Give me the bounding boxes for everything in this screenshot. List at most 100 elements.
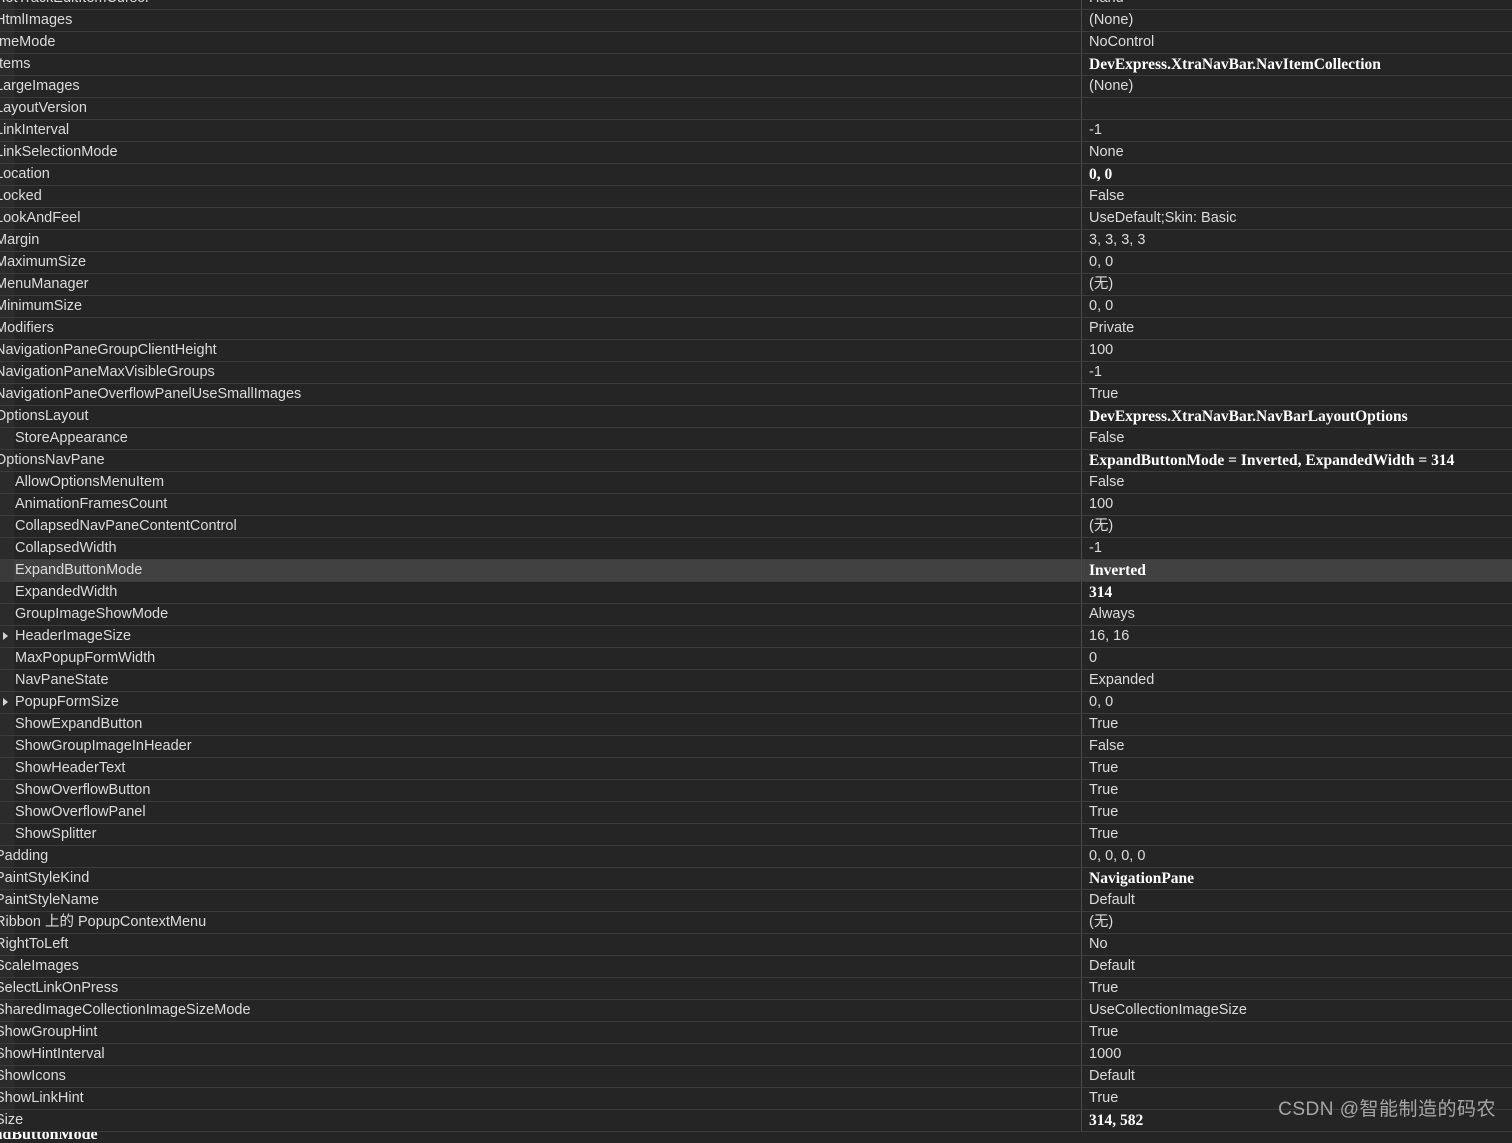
- property-value[interactable]: Hand: [1089, 0, 1509, 9]
- column-splitter[interactable]: [1081, 450, 1082, 471]
- property-value[interactable]: NavigationPane: [1089, 868, 1509, 889]
- column-splitter[interactable]: [1081, 384, 1082, 405]
- property-row[interactable]: ImeMode NoControl: [0, 32, 1512, 54]
- property-name[interactable]: ShowGroupHint: [0, 1022, 1075, 1043]
- property-name[interactable]: LargeImages: [0, 76, 1075, 97]
- column-splitter[interactable]: [1081, 824, 1082, 845]
- property-grid[interactable]: HotTrackEditItemCursor Hand HtmlImages (Non…: [0, 0, 1512, 1132]
- property-row[interactable]: Items DevExpress.XtraNavBar.NavItemCollec…: [0, 54, 1512, 76]
- column-splitter[interactable]: [1081, 582, 1082, 603]
- column-splitter[interactable]: [1081, 164, 1082, 185]
- column-splitter[interactable]: [1081, 274, 1082, 295]
- column-splitter[interactable]: [1081, 1088, 1082, 1109]
- property-value[interactable]: Default: [1089, 956, 1509, 977]
- property-row[interactable]: NavigationPaneMaxVisibleGroups -1: [0, 362, 1512, 384]
- property-row[interactable]: MenuManager (无): [0, 274, 1512, 296]
- property-value[interactable]: 0, 0: [1089, 692, 1509, 713]
- property-value[interactable]: UseDefault;Skin: Basic: [1089, 208, 1509, 229]
- property-name[interactable]: MaximumSize: [0, 252, 1075, 273]
- property-name[interactable]: OptionsLayout: [0, 406, 1075, 427]
- property-row[interactable]: ExpandedWidth 314: [0, 582, 1512, 604]
- column-splitter[interactable]: [1081, 714, 1082, 735]
- property-row[interactable]: MaximumSize 0, 0: [0, 252, 1512, 274]
- property-value[interactable]: 1000: [1089, 1044, 1509, 1065]
- property-row[interactable]: NavigationPaneOverflowPanelUseSmallImage…: [0, 384, 1512, 406]
- property-name[interactable]: Margin: [0, 230, 1075, 251]
- column-splitter[interactable]: [1081, 846, 1082, 867]
- property-name[interactable]: ExpandButtonMode: [15, 560, 1095, 581]
- property-row[interactable]: ShowGroupHint True: [0, 1022, 1512, 1044]
- property-name[interactable]: Modifiers: [0, 318, 1075, 339]
- property-value[interactable]: Private: [1089, 318, 1509, 339]
- property-row[interactable]: HtmlImages (None): [0, 10, 1512, 32]
- property-value[interactable]: ExpandButtonMode = Inverted, ExpandedWid…: [1089, 450, 1509, 471]
- property-value[interactable]: (无): [1089, 274, 1509, 295]
- property-name[interactable]: ShowOverflowButton: [15, 780, 1095, 801]
- property-row[interactable]: OptionsLayout DevExpress.XtraNavBar.NavBa…: [0, 406, 1512, 428]
- property-row[interactable]: GroupImageShowMode Always: [0, 604, 1512, 626]
- property-row[interactable]: AllowOptionsMenuItem False: [0, 472, 1512, 494]
- column-splitter[interactable]: [1081, 120, 1082, 141]
- property-value[interactable]: No: [1089, 934, 1509, 955]
- column-splitter[interactable]: [1081, 76, 1082, 97]
- property-value[interactable]: False: [1089, 428, 1509, 449]
- column-splitter[interactable]: [1081, 252, 1082, 273]
- expand-triangle-icon[interactable]: [3, 632, 8, 640]
- column-splitter[interactable]: [1081, 604, 1082, 625]
- property-name[interactable]: ShowOverflowPanel: [15, 802, 1095, 823]
- property-row[interactable]: MaxPopupFormWidth 0: [0, 648, 1512, 670]
- property-name[interactable]: RightToLeft: [0, 934, 1075, 955]
- property-name[interactable]: AnimationFramesCount: [15, 494, 1095, 515]
- property-row[interactable]: PopupFormSize 0, 0: [0, 692, 1512, 714]
- property-row[interactable]: ShowIcons Default: [0, 1066, 1512, 1088]
- property-row[interactable]: LayoutVersion: [0, 98, 1512, 120]
- property-name[interactable]: Ribbon 上的 PopupContextMenu: [0, 912, 1075, 933]
- property-name[interactable]: Padding: [0, 846, 1075, 867]
- property-value[interactable]: Always: [1089, 604, 1509, 625]
- property-name[interactable]: LookAndFeel: [0, 208, 1075, 229]
- column-splitter[interactable]: [1081, 340, 1082, 361]
- column-splitter[interactable]: [1081, 208, 1082, 229]
- property-row[interactable]: PaintStyleKind NavigationPane: [0, 868, 1512, 890]
- column-splitter[interactable]: [1081, 1110, 1082, 1131]
- property-row[interactable]: ShowOverflowPanel True: [0, 802, 1512, 824]
- column-splitter[interactable]: [1081, 296, 1082, 317]
- property-name[interactable]: ExpandedWidth: [15, 582, 1095, 603]
- column-splitter[interactable]: [1081, 32, 1082, 53]
- property-row[interactable]: HeaderImageSize 16, 16: [0, 626, 1512, 648]
- column-splitter[interactable]: [1081, 10, 1082, 31]
- property-value[interactable]: Default: [1089, 1066, 1509, 1087]
- property-row[interactable]: ShowSplitter True: [0, 824, 1512, 846]
- column-splitter[interactable]: [1081, 494, 1082, 515]
- property-value[interactable]: 16, 16: [1089, 626, 1509, 647]
- property-row[interactable]: LinkInterval -1: [0, 120, 1512, 142]
- property-row[interactable]: ShowExpandButton True: [0, 714, 1512, 736]
- property-row[interactable]: ShowHintInterval 1000: [0, 1044, 1512, 1066]
- column-splitter[interactable]: [1081, 406, 1082, 427]
- column-splitter[interactable]: [1081, 1066, 1082, 1087]
- property-name[interactable]: MenuManager: [0, 274, 1075, 295]
- property-value[interactable]: False: [1089, 186, 1509, 207]
- property-name[interactable]: ImeMode: [0, 32, 1075, 53]
- property-name[interactable]: ShowExpandButton: [15, 714, 1095, 735]
- property-row[interactable]: OptionsNavPane ExpandButtonMode = Inverte…: [0, 450, 1512, 472]
- property-row[interactable]: Ribbon 上的 PopupContextMenu (无): [0, 912, 1512, 934]
- column-splitter[interactable]: [1081, 230, 1082, 251]
- column-splitter[interactable]: [1081, 890, 1082, 911]
- column-splitter[interactable]: [1081, 560, 1082, 581]
- property-name[interactable]: HeaderImageSize: [15, 626, 1095, 647]
- property-row[interactable]: ShowGroupImageInHeader False: [0, 736, 1512, 758]
- property-name[interactable]: LinkSelectionMode: [0, 142, 1075, 163]
- property-name[interactable]: ShowGroupImageInHeader: [15, 736, 1095, 757]
- property-value[interactable]: 0, 0: [1089, 252, 1509, 273]
- property-value[interactable]: Inverted: [1089, 560, 1509, 581]
- property-value[interactable]: 314: [1089, 582, 1509, 603]
- property-name[interactable]: NavigationPaneMaxVisibleGroups: [0, 362, 1075, 383]
- column-splitter[interactable]: [1081, 736, 1082, 757]
- property-value[interactable]: None: [1089, 142, 1509, 163]
- column-splitter[interactable]: [1081, 1000, 1082, 1021]
- property-name[interactable]: NavigationPaneGroupClientHeight: [0, 340, 1075, 361]
- column-splitter[interactable]: [1081, 780, 1082, 801]
- property-row[interactable]: NavPaneState Expanded: [0, 670, 1512, 692]
- column-splitter[interactable]: [1081, 670, 1082, 691]
